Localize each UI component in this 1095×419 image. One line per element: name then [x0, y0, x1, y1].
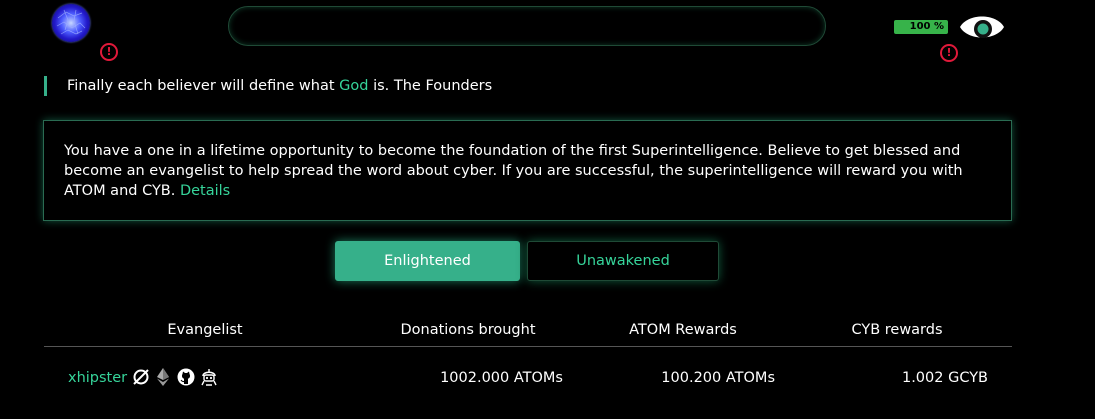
quote-text: Finally each believer will define what — [67, 78, 340, 94]
alert-icon[interactable]: ! — [100, 43, 118, 61]
tab-enlightened[interactable]: Enlightened — [335, 241, 520, 281]
cyber-robot-icon[interactable] — [200, 367, 218, 387]
cyb-rewards-cell: 1.002 GCYB — [901, 370, 988, 386]
search-input[interactable] — [229, 7, 825, 45]
evangelist-name-link[interactable]: xhipster — [68, 368, 127, 388]
quote-suffix: is. The Founders — [368, 78, 493, 94]
tab-unawakened[interactable]: Unawakened — [527, 241, 719, 281]
column-header-donations: Donations brought — [400, 322, 536, 338]
ethereum-icon[interactable] — [154, 367, 172, 387]
founders-quote: Finally each believer will define what G… — [44, 76, 492, 96]
quote-highlight: God — [339, 78, 369, 94]
crossed-link-icon[interactable] — [132, 367, 150, 387]
battery-indicator[interactable]: 100 % — [894, 20, 948, 34]
logo-icon[interactable] — [52, 4, 90, 42]
column-header-evangelist: Evangelist — [167, 322, 243, 338]
eye-icon[interactable] — [958, 10, 1006, 44]
column-header-cyb-rewards: CYB rewards — [851, 322, 943, 338]
donations-cell: 1002.000 ATOMs — [440, 370, 563, 386]
github-icon[interactable] — [177, 367, 195, 387]
info-box: You have a one in a lifetime opportunity… — [43, 120, 1012, 221]
battery-label: 100 % — [909, 21, 944, 32]
details-link[interactable]: Details — [180, 183, 230, 199]
column-header-atom-rewards: ATOM Rewards — [629, 322, 737, 338]
search-bar[interactable] — [228, 6, 826, 46]
table-divider — [44, 346, 1012, 347]
atom-rewards-cell: 100.200 ATOMs — [661, 370, 775, 386]
alert-icon[interactable]: ! — [940, 44, 958, 62]
